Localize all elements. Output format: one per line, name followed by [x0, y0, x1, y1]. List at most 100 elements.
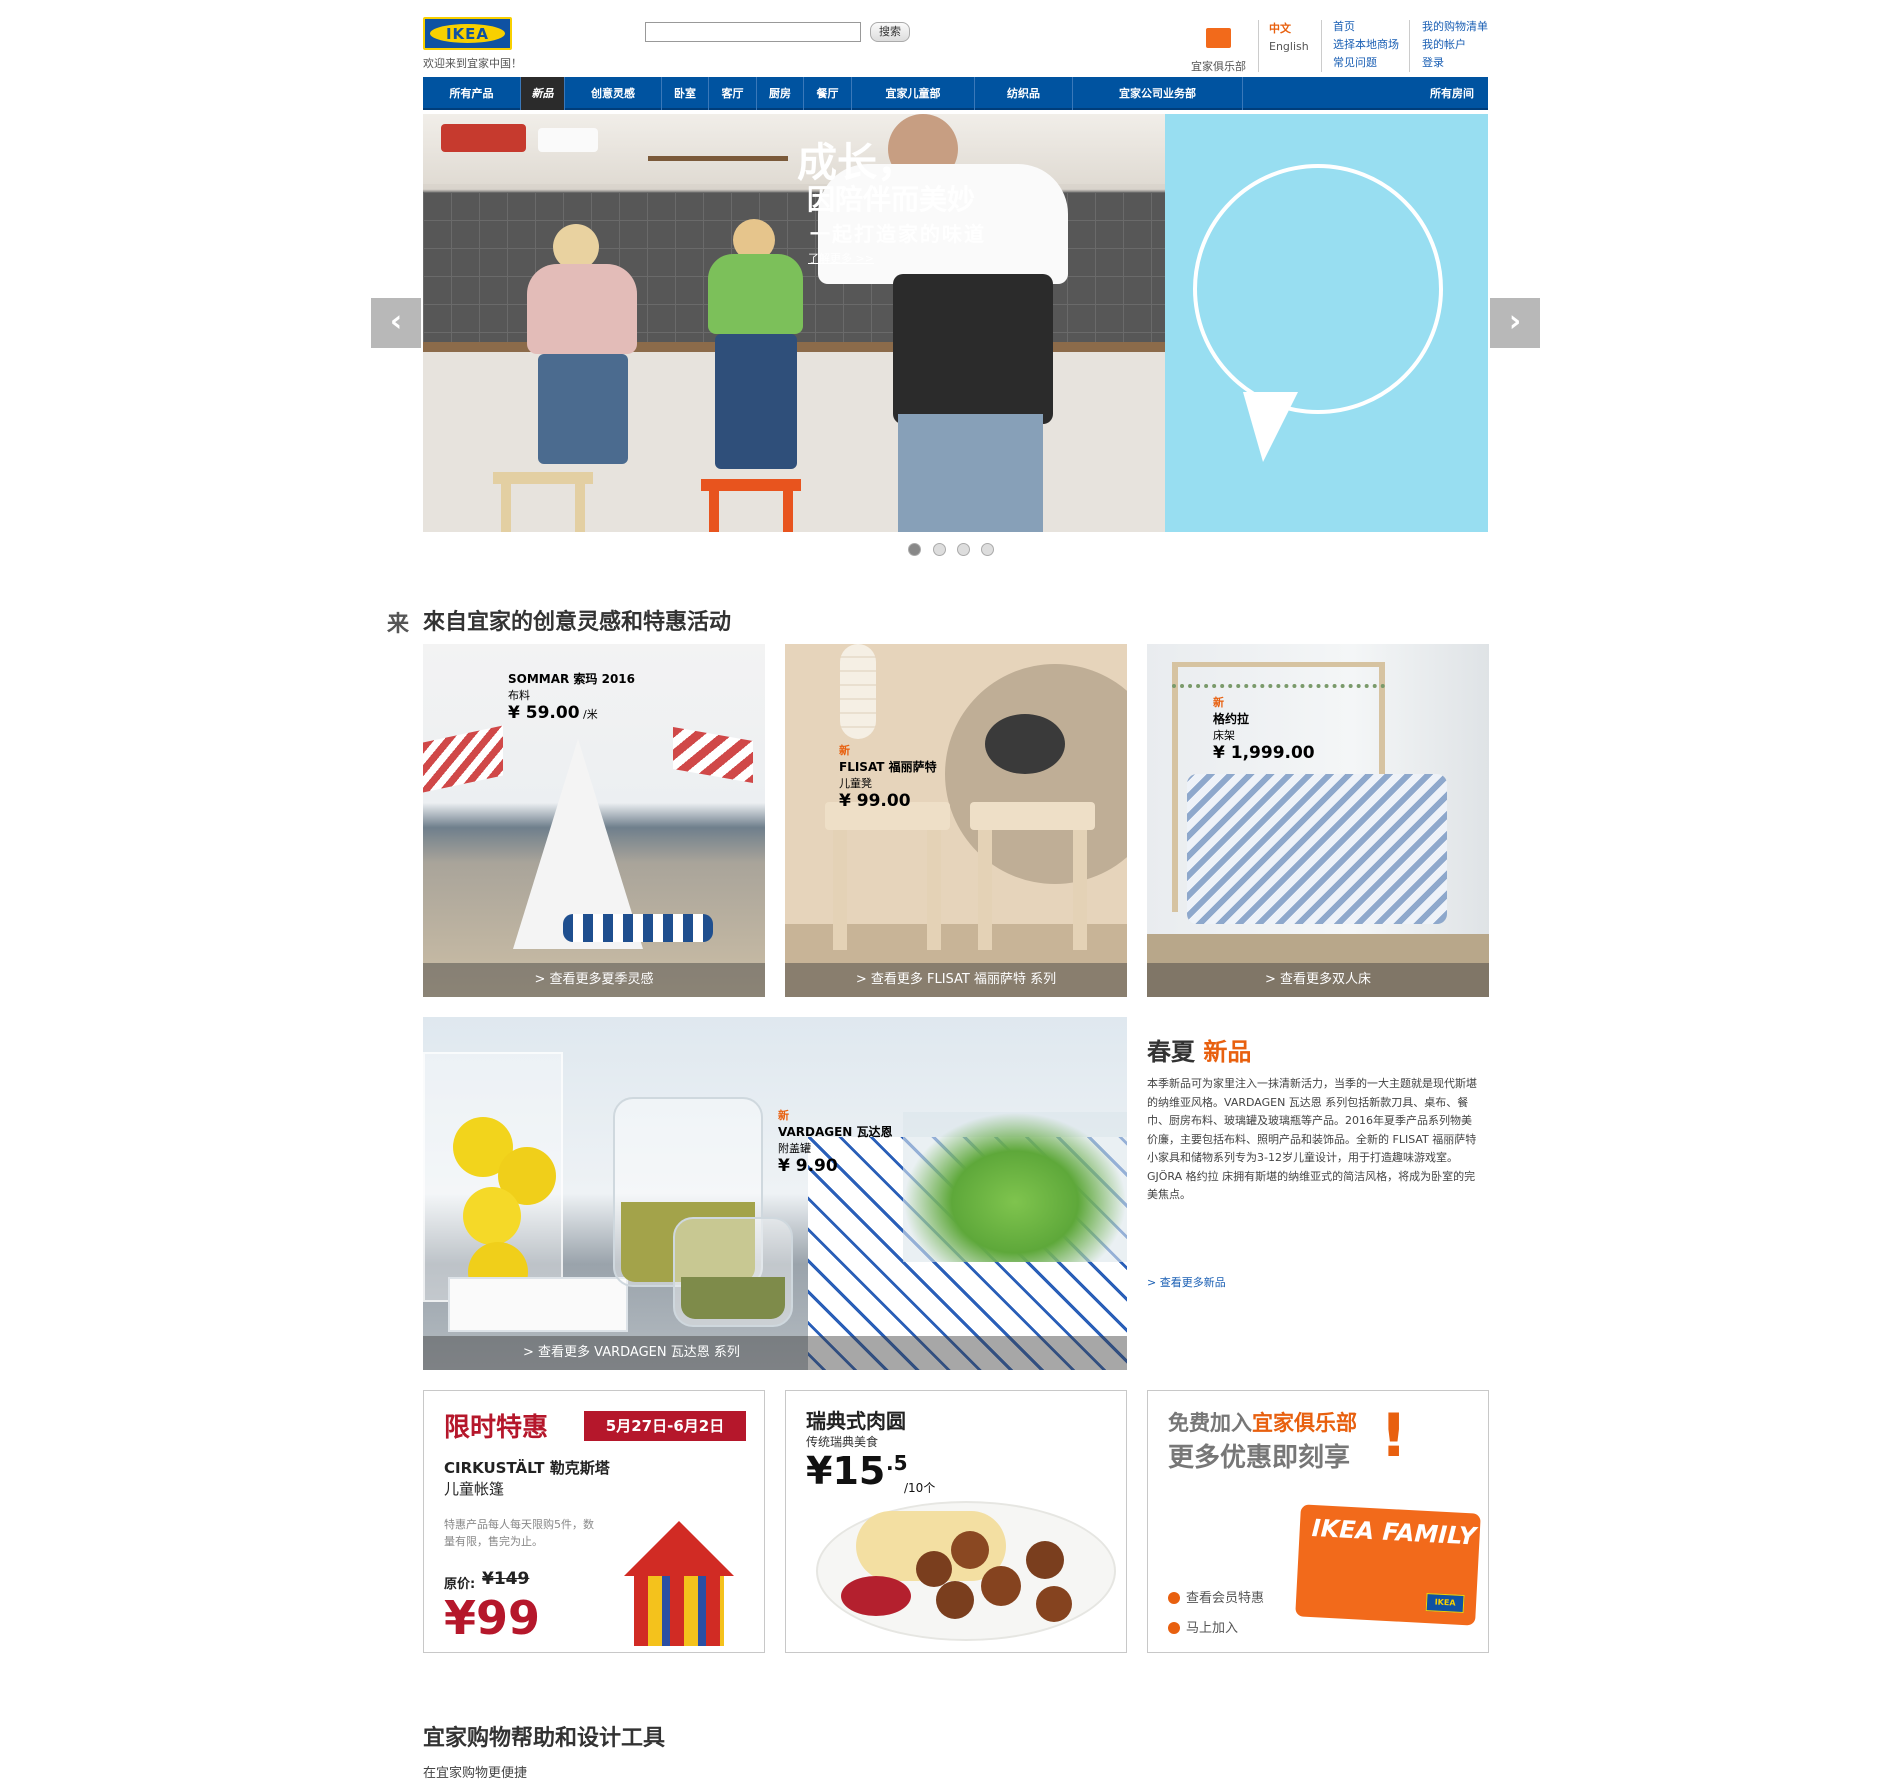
family-headline-b: 宜家俱乐部	[1252, 1411, 1357, 1435]
tile-caption-link[interactable]: > 查看更多双人床	[1147, 963, 1489, 997]
hero-subheadline: 因陪伴而美妙	[807, 183, 976, 216]
header-divider	[1409, 20, 1410, 72]
arrow-circle-icon	[1168, 1622, 1180, 1634]
hero-tagline: 一起打造家的味道	[810, 222, 986, 246]
carousel-prev-arrow-icon[interactable]: ‹	[371, 298, 421, 348]
deal-title: 限时特惠	[444, 1413, 549, 1443]
deal-date-badge: 5月27日-6月2日	[584, 1411, 746, 1441]
hero-kitchen-photo	[423, 114, 1165, 532]
nav-business[interactable]: 宜家公司业务部	[1073, 77, 1243, 110]
ikea-family-card: IKEA FAMILY IKEA	[1295, 1504, 1481, 1626]
tile-price-unit: /米	[583, 708, 598, 721]
family-card-text: IKEA FAMILY	[1311, 1513, 1477, 1551]
speech-bubble-tail	[1243, 392, 1298, 462]
choose-store-link[interactable]: 选择本地商场	[1333, 36, 1399, 54]
carousel-dot-1[interactable]	[908, 543, 921, 556]
tent-roof	[624, 1521, 734, 1576]
spring-summer-description: 本季新品可为家里注入一抹清新活力，当季的一大主题就是现代斯堪的纳维亚风格。VAR…	[1147, 1077, 1477, 1201]
hero-carousel[interactable]	[423, 114, 1488, 532]
nav-new[interactable]: 新品	[521, 77, 565, 110]
tile-price: ¥ 9.90	[778, 1156, 838, 1176]
tile-product-sub: 附盖罐	[778, 1142, 811, 1155]
tile-summer-inspiration[interactable]: SOMMAR 索玛 2016 布料 ¥ 59.00 /米 > 查看更多夏季灵感	[423, 644, 765, 997]
tile-new-badge: 新	[778, 1109, 789, 1122]
nav-bedroom[interactable]: 卧室	[662, 77, 709, 110]
header-divider	[1321, 20, 1322, 72]
deal-note: 特惠产品每人每天限购5件，数量有限，售完为止。	[444, 1518, 594, 1548]
exclamation-icon: !	[1380, 1401, 1408, 1471]
meatball-price: ¥15	[806, 1449, 886, 1493]
nav-kitchen[interactable]: 厨房	[757, 77, 804, 110]
tile-new-badge: 新	[839, 744, 850, 757]
lang-english-link[interactable]: English	[1269, 38, 1309, 56]
tile-caption-link[interactable]: > 查看更多 FLISAT 福丽萨特 系列	[785, 963, 1127, 997]
limited-deal-box[interactable]: 限时特惠 5月27日-6月2日 CIRKUSTÄLT 勒克斯塔 儿童帐篷 特惠产…	[423, 1390, 765, 1653]
arrow-circle-icon	[1168, 1592, 1180, 1604]
lingonberry	[841, 1576, 911, 1616]
ikea-logo[interactable]: IKEA	[423, 17, 512, 50]
tile-flisat-stool[interactable]: 新 FLISAT 福丽萨特 儿童凳 ¥ 99.00 > 查看更多 FLISAT …	[785, 644, 1127, 997]
deal-original-label: 原价:	[444, 1577, 476, 1592]
search-input[interactable]	[645, 22, 861, 42]
section-subtitle-help: 在宜家购物更便捷	[423, 1766, 528, 1781]
nav-living-room[interactable]: 客厅	[709, 77, 757, 110]
nav-inspiration[interactable]: 创意灵感	[565, 77, 662, 110]
deal-product-sub: 儿童帐篷	[444, 1480, 505, 1498]
nav-textiles[interactable]: 纺织品	[975, 77, 1073, 110]
tile-gjora-bed[interactable]: 新 格约拉 床架 ¥ 1,999.00 > 查看更多双人床	[1147, 644, 1489, 997]
welcome-text: 欢迎来到宜家中国！	[423, 57, 522, 70]
shopping-list-link[interactable]: 我的购物清单	[1422, 18, 1488, 36]
nav-children[interactable]: 宜家儿童部	[852, 77, 975, 110]
header-divider	[1258, 20, 1259, 72]
view-more-new-link[interactable]: > 查看更多新品	[1147, 1274, 1226, 1290]
speech-bubble	[1193, 164, 1443, 414]
ikea-family-box[interactable]: 免费加入宜家俱乐部 更多优惠即刻享 ! IKEA FAMILY IKEA 查看会…	[1147, 1390, 1489, 1653]
faq-link[interactable]: 常见问题	[1333, 54, 1377, 72]
family-club-icon[interactable]	[1206, 28, 1231, 48]
spring-summer-title: 春夏 新品	[1147, 1032, 1251, 1067]
carousel-dot-3[interactable]	[957, 543, 970, 556]
search-button[interactable]: 搜索	[870, 22, 910, 42]
meatball-price-decimal: .5	[886, 1451, 908, 1475]
tile-vardagen-jars[interactable]: 新 VARDAGEN 瓦达恩 附盖罐 ¥ 9.90 > 查看更多 VARDAGE…	[423, 1017, 1127, 1370]
tile-price: ¥ 99.00	[839, 791, 911, 811]
carousel-dot-2[interactable]	[933, 543, 946, 556]
tile-product-sub: 布料	[508, 689, 530, 702]
nav-all-rooms[interactable]: 所有房间	[1243, 77, 1488, 110]
tile-product-sub: 儿童凳	[839, 777, 872, 790]
family-club-label[interactable]: 宜家俱乐部	[1191, 58, 1246, 74]
family-card-ikea-logo: IKEA	[1425, 1593, 1465, 1614]
section-title-help: 宜家购物帮助和设计工具	[423, 1726, 666, 1751]
meatball-title: 瑞典式肉圆	[806, 1409, 906, 1433]
my-account-link[interactable]: 我的帐户	[1422, 36, 1466, 54]
nav-all-products[interactable]: 所有产品	[423, 77, 521, 110]
view-member-offers-link[interactable]: 查看会员特惠	[1168, 1587, 1264, 1606]
tile-product-name: FLISAT 福丽萨特	[839, 760, 937, 774]
join-now-link[interactable]: 马上加入	[1168, 1617, 1238, 1636]
meatball-box[interactable]: 瑞典式肉圆 传统瑞典美食 ¥15 .5 /10个	[785, 1390, 1127, 1653]
page: IKEA 欢迎来到宜家中国！ 搜索 宜家俱乐部 中文 English 首页 选择…	[0, 0, 1903, 1781]
spring-title-b: 新品	[1203, 1038, 1252, 1066]
section-title-inspiration: 來自宜家的创意灵感和特惠活动	[423, 610, 732, 635]
logo-text: IKEA	[430, 24, 505, 43]
deal-original-price: ¥149	[482, 1569, 530, 1589]
tile-price: ¥ 59.00	[508, 703, 580, 723]
carousel-dot-4[interactable]	[981, 543, 994, 556]
family-headline: 免费加入宜家俱乐部	[1168, 1407, 1357, 1437]
link-label: 查看会员特惠	[1186, 1591, 1265, 1606]
section-icon: 来	[387, 612, 410, 637]
nav-dining[interactable]: 餐厅	[804, 77, 852, 110]
tile-product-sub: 床架	[1213, 729, 1235, 742]
tile-price: ¥ 1,999.00	[1213, 743, 1315, 763]
hero-learn-more-link[interactable]: 了解更多 >>	[808, 250, 874, 266]
carousel-next-arrow-icon[interactable]: ›	[1490, 298, 1540, 348]
tile-new-badge: 新	[1213, 696, 1224, 709]
card-logo-text: IKEA	[1434, 1597, 1456, 1608]
tile-caption-link[interactable]: > 查看更多 VARDAGEN 瓦达恩 系列	[423, 1336, 1127, 1370]
family-headline-a: 免费加入	[1168, 1411, 1252, 1435]
login-link[interactable]: 登录	[1422, 54, 1444, 72]
meatball-unit: /10个	[904, 1481, 936, 1495]
lang-chinese-link[interactable]: 中文	[1269, 20, 1291, 38]
home-link[interactable]: 首页	[1333, 18, 1355, 36]
tile-caption-link[interactable]: > 查看更多夏季灵感	[423, 963, 765, 997]
